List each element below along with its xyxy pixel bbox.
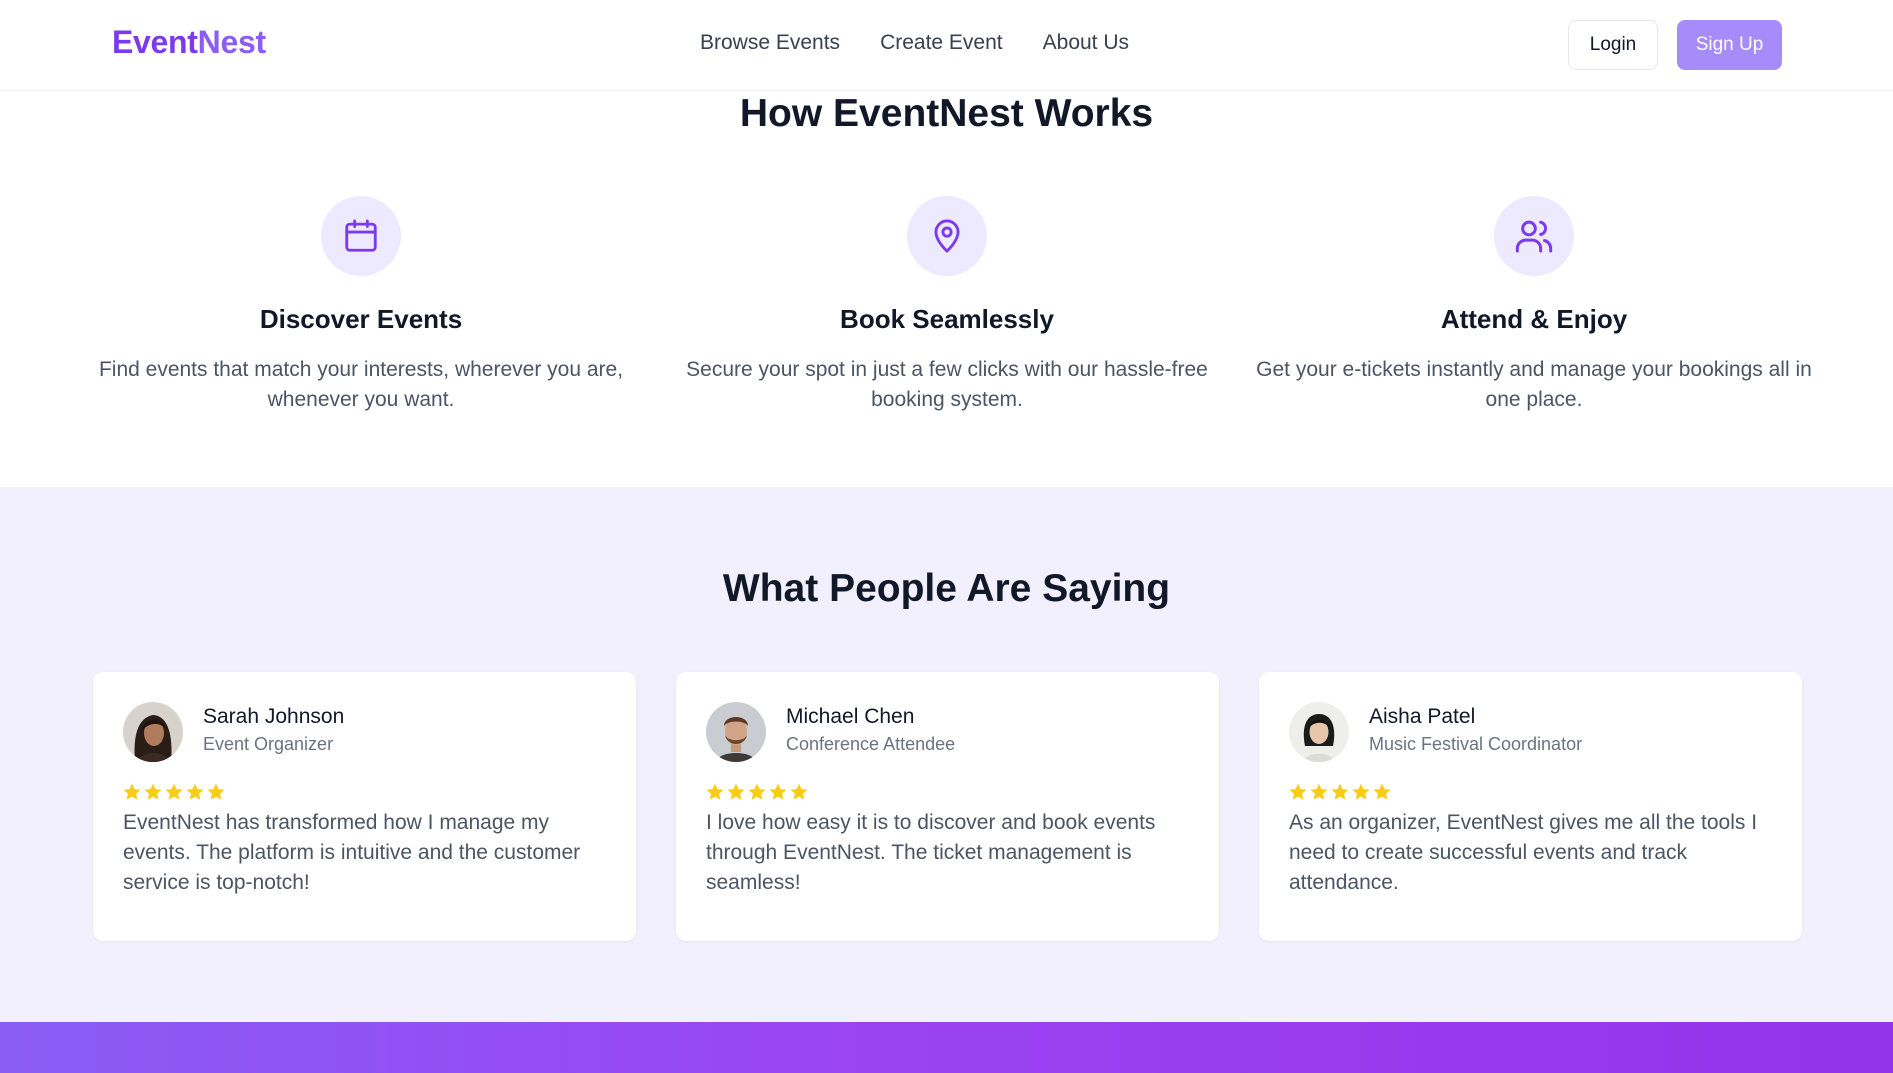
- logo-part-1: Event: [112, 24, 198, 60]
- star-icon: [1352, 783, 1370, 800]
- feature-discover-events: Discover Events Find events that match y…: [81, 196, 641, 415]
- star-rating: [1288, 782, 1392, 802]
- main-nav: Browse Events Create Event About Us: [700, 31, 1129, 55]
- star-icon: [1373, 783, 1391, 800]
- reviewer-name: Michael Chen: [786, 705, 915, 728]
- star-icon: [706, 783, 724, 800]
- feature-attend-enjoy: Attend & Enjoy Get your e-tickets instan…: [1254, 196, 1814, 415]
- star-icon: [727, 783, 745, 800]
- star-icon: [165, 783, 183, 800]
- nav-about-us[interactable]: About Us: [1043, 31, 1129, 55]
- star-rating: [705, 782, 809, 802]
- reviewer-role: Event Organizer: [203, 734, 334, 754]
- star-icon: [207, 783, 225, 800]
- star-icon: [144, 783, 162, 800]
- star-icon: [186, 783, 204, 800]
- how-it-works-title: How EventNest Works: [739, 92, 1154, 135]
- feature-icon-circle: [321, 196, 401, 276]
- star-icon: [1310, 783, 1328, 800]
- testimonial-quote: As an organizer, EventNest gives me all …: [1289, 811, 1758, 894]
- calendar-icon: [345, 219, 377, 252]
- star-icon: [748, 783, 766, 800]
- testimonial-card: Aisha Patel Music Festival Coordinator A…: [1259, 672, 1802, 941]
- feature-icon-circle: [1494, 196, 1574, 276]
- reviewer-name: Sarah Johnson: [203, 705, 345, 728]
- logo-part-2: Nest: [197, 24, 266, 60]
- star-icon: [769, 783, 787, 800]
- top-navbar: EventNest Browse Events Create Event Abo…: [0, 0, 1893, 91]
- avatar: [123, 702, 183, 762]
- reviewer-name: Aisha Patel: [1369, 705, 1476, 728]
- feature-description: Get your e-tickets instantly and manage …: [1256, 358, 1812, 411]
- users-icon: [1515, 220, 1553, 253]
- login-button[interactable]: Login: [1568, 20, 1658, 70]
- star-icon: [123, 783, 141, 800]
- map-pin-icon: [934, 219, 960, 253]
- feature-title: Attend & Enjoy: [1440, 304, 1628, 334]
- feature-title: Book Seamlessly: [840, 304, 1054, 334]
- logo[interactable]: EventNest: [112, 24, 266, 61]
- cta-banner-top: [0, 1022, 1893, 1073]
- testimonials-title: What People Are Saying: [722, 567, 1171, 610]
- testimonial-card: Sarah Johnson Event Organizer EventNest …: [93, 672, 636, 941]
- star-icon: [790, 783, 808, 800]
- nav-create-event[interactable]: Create Event: [880, 31, 1003, 55]
- feature-book-seamlessly: Book Seamlessly Secure your spot in just…: [667, 196, 1227, 415]
- feature-description: Find events that match your interests, w…: [98, 358, 624, 411]
- star-rating: [122, 782, 226, 802]
- testimonial-card: Michael Chen Conference Attendee I love …: [676, 672, 1219, 941]
- testimonials-section: What People Are Saying Sarah Johnson Eve…: [0, 487, 1893, 1022]
- feature-description: Secure your spot in just a few clicks wi…: [686, 358, 1208, 411]
- testimonial-quote: I love how easy it is to discover and bo…: [706, 811, 1156, 894]
- star-icon: [1289, 783, 1307, 800]
- star-icon: [1331, 783, 1349, 800]
- reviewer-role: Conference Attendee: [786, 734, 956, 754]
- reviewer-role: Music Festival Coordinator: [1369, 734, 1583, 754]
- nav-browse-events[interactable]: Browse Events: [700, 31, 840, 55]
- signup-button[interactable]: Sign Up: [1677, 20, 1782, 70]
- avatar: [1289, 702, 1349, 762]
- testimonial-quote: EventNest has transformed how I manage m…: [123, 811, 581, 894]
- feature-title: Discover Events: [259, 304, 463, 334]
- feature-icon-circle: [907, 196, 987, 276]
- avatar: [706, 702, 766, 762]
